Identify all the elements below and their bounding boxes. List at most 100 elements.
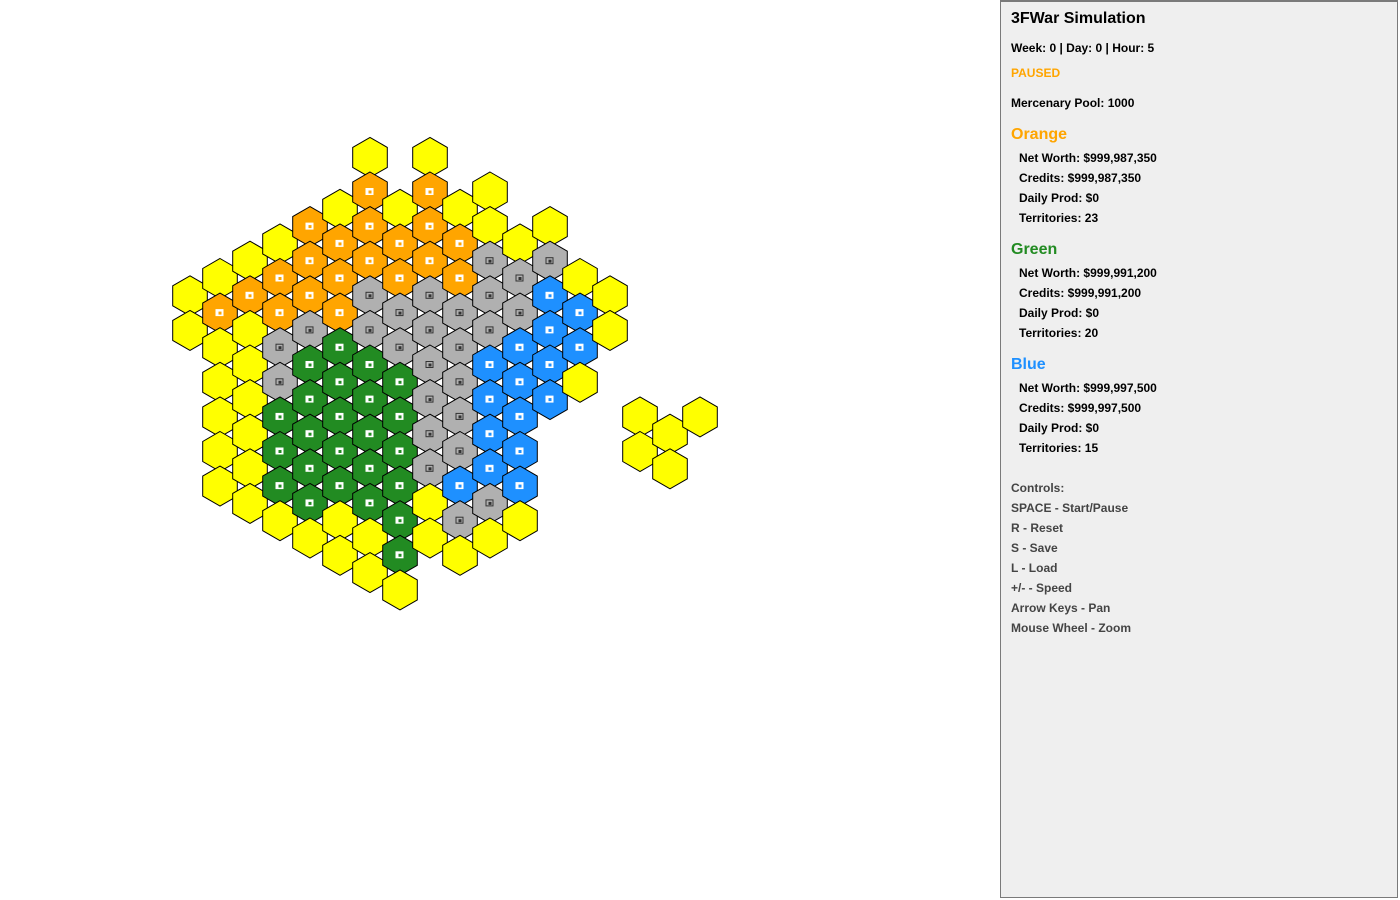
building-icon	[365, 188, 374, 195]
hex-tile-yellow[interactable]	[232, 344, 268, 386]
building-icon	[305, 291, 314, 299]
hex-tile-yellow[interactable]	[592, 275, 628, 317]
control-reset: R - Reset	[1011, 521, 1064, 535]
building-icon	[275, 482, 284, 490]
building-icon	[395, 516, 404, 524]
building-icon	[515, 482, 524, 490]
building-icon	[305, 430, 314, 438]
hex-tile-yellow[interactable]	[472, 171, 508, 213]
hex-tile-yellow[interactable]	[622, 396, 658, 438]
faction-blue-daily-prod: Daily Prod: $0	[1019, 421, 1100, 435]
hex-tile-yellow[interactable]	[232, 448, 268, 490]
hex-tile-yellow[interactable]	[322, 500, 358, 542]
building-icon	[485, 361, 494, 368]
hex-tile-yellow[interactable]	[652, 448, 688, 490]
controls-title: Controls:	[1011, 481, 1065, 495]
hex-tile-yellow[interactable]	[232, 309, 268, 351]
control-save: S - Save	[1011, 541, 1058, 555]
building-icon	[545, 395, 554, 403]
hex-tile-yellow[interactable]	[592, 309, 628, 351]
hex-tile-yellow[interactable]	[322, 534, 358, 576]
hex-tile-yellow[interactable]	[412, 482, 448, 524]
hex-tile-yellow[interactable]	[442, 188, 478, 230]
hex-tile-yellow[interactable]	[412, 517, 448, 559]
hex-tile-yellow[interactable]	[202, 361, 238, 403]
faction-blue-net-worth: Net Worth: $999,997,500	[1019, 381, 1157, 395]
faction-green-name: Green	[1011, 241, 1058, 258]
building-icon	[425, 222, 434, 230]
hex-tile-yellow[interactable]	[202, 327, 238, 369]
hex-tile-yellow[interactable]	[652, 413, 688, 455]
info-panel: 3FWar Simulation Week: 0 | Day: 0 | Hour…	[1000, 0, 1398, 898]
building-icon	[365, 430, 374, 438]
faction-green-daily-prod: Daily Prod: $0	[1019, 306, 1100, 320]
building-icon	[485, 430, 494, 438]
control-speed: +/- - Speed	[1011, 581, 1073, 595]
faction-orange-territories: Territories: 23	[1019, 211, 1099, 225]
building-icon	[395, 239, 404, 247]
control-zoom: Mouse Wheel - Zoom	[1011, 621, 1131, 635]
building-icon	[305, 499, 314, 507]
building-icon	[485, 395, 494, 403]
hex-tile-yellow[interactable]	[202, 396, 238, 438]
faction-orange-name: Orange	[1011, 126, 1068, 143]
faction-orange-net-worth: Net Worth: $999,987,350	[1019, 151, 1157, 165]
building-icon	[515, 447, 524, 455]
hex-tile-yellow[interactable]	[562, 257, 598, 300]
hex-tile-yellow[interactable]	[172, 309, 208, 351]
building-icon	[365, 395, 374, 403]
building-icon	[515, 378, 524, 386]
hex-tile-yellow[interactable]	[292, 517, 328, 559]
hex-tile-yellow[interactable]	[202, 257, 238, 300]
hex-tile-yellow[interactable]	[442, 534, 478, 576]
hex-tile-yellow[interactable]	[562, 361, 598, 403]
hex-tile-yellow[interactable]	[532, 206, 568, 248]
hex-tile-yellow[interactable]	[232, 379, 268, 421]
building-icon	[395, 551, 404, 559]
building-icon	[335, 309, 344, 317]
hex-tile-yellow[interactable]	[352, 517, 388, 559]
faction-blue-credits: Credits: $999,997,500	[1019, 401, 1142, 415]
control-load: L - Load	[1011, 561, 1058, 575]
building-icon	[305, 257, 314, 265]
hex-tile-yellow[interactable]	[382, 569, 418, 611]
hex-tile-yellow[interactable]	[502, 500, 538, 542]
hex-tile-yellow[interactable]	[202, 430, 238, 473]
hex-tile-yellow[interactable]	[262, 223, 298, 265]
hex-tile-yellow[interactable]	[412, 136, 448, 178]
hex-map[interactable]	[0, 0, 1000, 900]
hex-tile-yellow[interactable]	[352, 552, 388, 594]
building-icon	[455, 274, 464, 282]
faction-green-net-worth: Net Worth: $999,991,200	[1019, 266, 1157, 280]
building-icon	[365, 257, 374, 265]
building-icon	[365, 361, 374, 368]
hex-tile-yellow[interactable]	[202, 465, 238, 507]
building-icon	[305, 222, 314, 230]
building-icon	[365, 499, 374, 507]
hex-tile-yellow[interactable]	[172, 275, 208, 317]
hex-tile-yellow[interactable]	[232, 482, 268, 524]
building-icon	[395, 274, 404, 282]
hex-tile-yellow[interactable]	[472, 206, 508, 248]
control-pan: Arrow Keys - Pan	[1011, 601, 1111, 615]
building-icon	[335, 343, 344, 351]
building-icon	[575, 309, 584, 317]
hex-tile-yellow[interactable]	[472, 517, 508, 559]
building-icon	[575, 343, 584, 351]
building-icon	[335, 412, 344, 420]
control-start-pause: SPACE - Start/Pause	[1011, 501, 1129, 515]
hex-tile-yellow[interactable]	[682, 396, 718, 438]
building-icon	[305, 361, 314, 368]
hex-tile-yellow[interactable]	[382, 188, 418, 230]
building-icon	[455, 239, 464, 247]
hex-tile-yellow[interactable]	[232, 413, 268, 455]
status-indicator: PAUSED	[1011, 66, 1061, 80]
building-icon	[545, 326, 554, 334]
hex-tile-yellow[interactable]	[502, 223, 538, 265]
hex-tile-yellow[interactable]	[232, 240, 268, 282]
hex-tile-yellow[interactable]	[622, 430, 658, 473]
hex-tile-yellow[interactable]	[352, 136, 388, 178]
hex-tile-yellow[interactable]	[322, 188, 358, 230]
building-icon	[545, 361, 554, 368]
hex-tile-yellow[interactable]	[262, 500, 298, 542]
